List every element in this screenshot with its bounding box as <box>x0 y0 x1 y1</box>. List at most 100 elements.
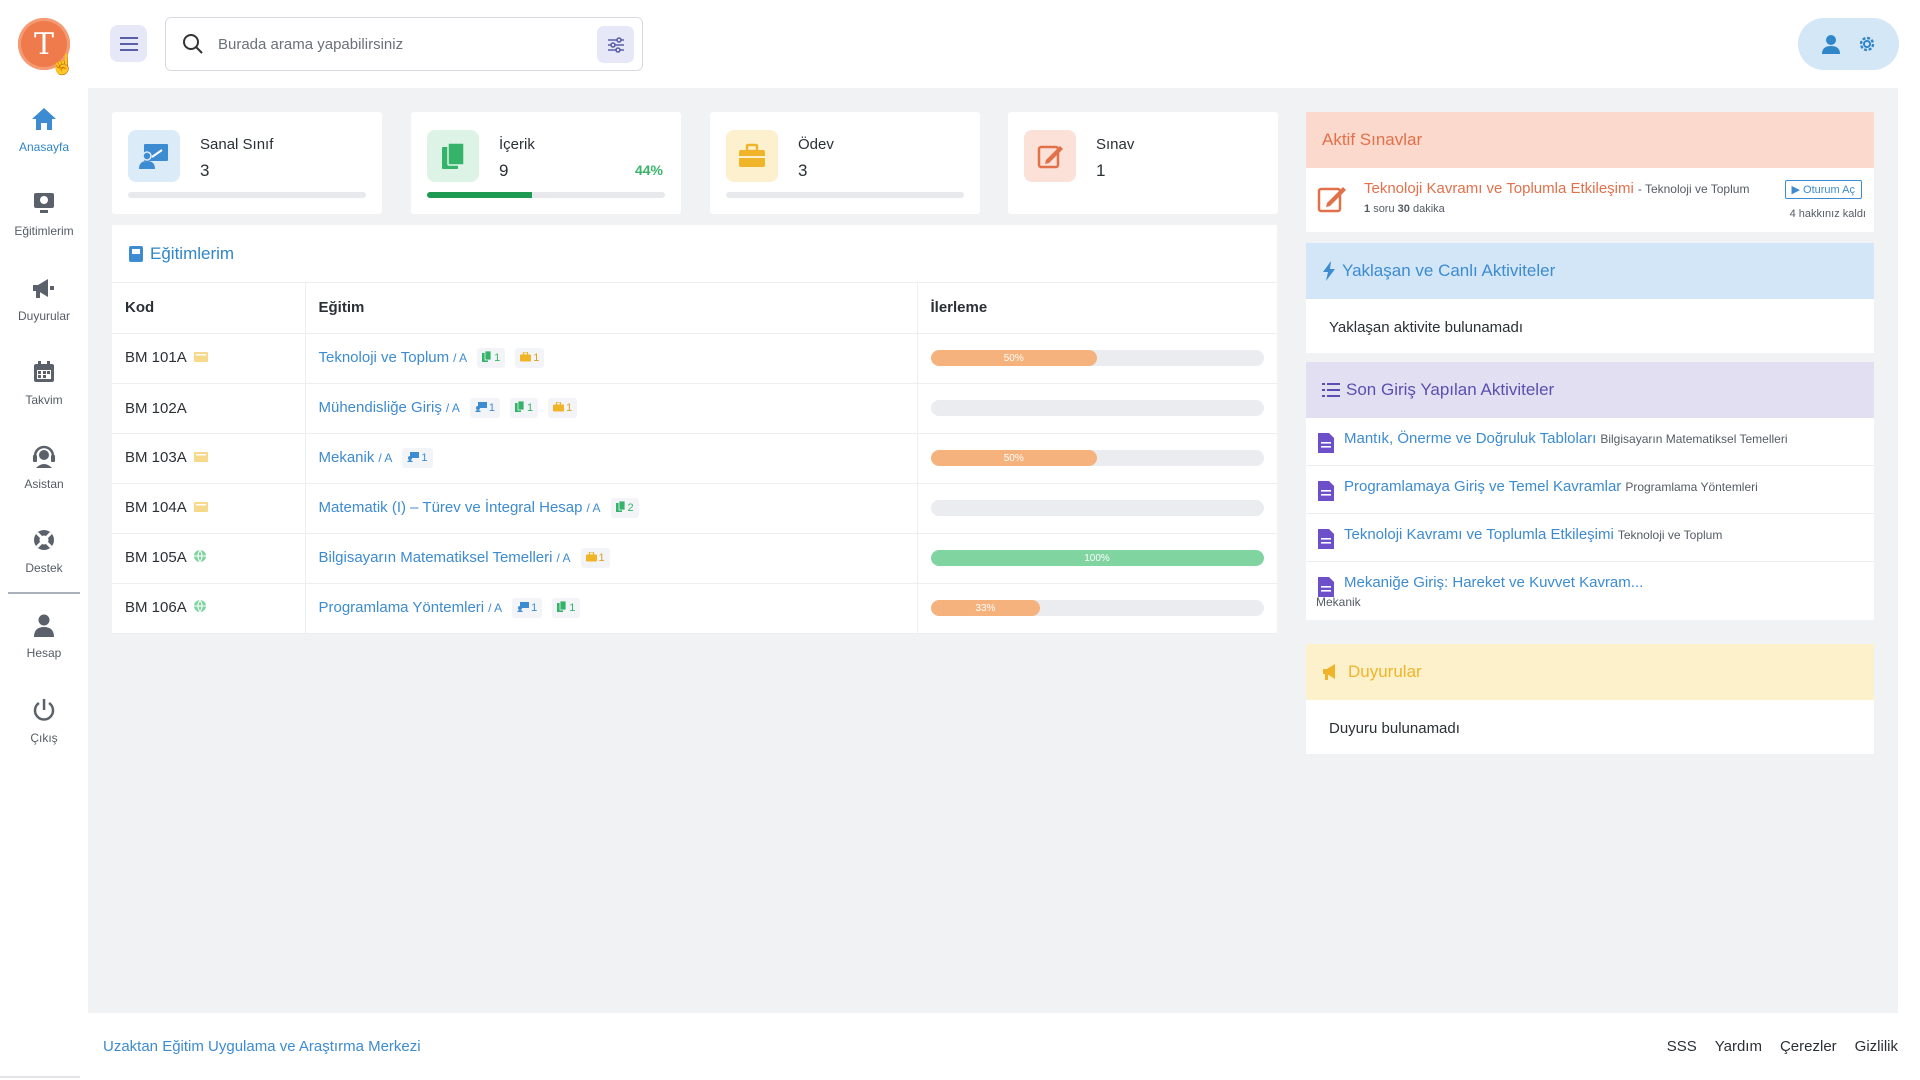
course-progress-cell: 33% <box>917 583 1277 634</box>
course-section: / A <box>378 450 393 465</box>
search-input[interactable] <box>218 35 578 53</box>
table-row[interactable]: BM 104A Matematik (I) – Türev ve İntegral… <box>112 483 1277 534</box>
stat-card-odev[interactable]: Ödev 3 <box>710 112 980 214</box>
sidebar-item-cikis[interactable]: Çıkış <box>0 695 88 745</box>
table-row[interactable]: BM 101A Teknoloji ve Toplum / A 1 1 50% <box>112 333 1277 384</box>
recent-header: Son Giriş Yapılan Aktiviteler <box>1306 362 1874 418</box>
stat-label: İçerik <box>499 136 535 153</box>
stat-card-icerik[interactable]: İçerik 9 44% <box>411 112 681 214</box>
power-icon <box>29 695 59 725</box>
activity-title[interactable]: Teknoloji Kavramı ve Toplumla Etkileşimi <box>1344 526 1614 543</box>
course-content-badge[interactable]: 2 <box>610 498 639 518</box>
attempts-left: 4 hakkınız kaldı <box>1789 208 1866 220</box>
start-session-button[interactable]: ▶ Oturum Aç <box>1784 180 1862 199</box>
progress-bar <box>930 400 1264 416</box>
stat-progress-bar <box>128 192 366 198</box>
user-menu[interactable] <box>1798 18 1899 70</box>
exam-title[interactable]: Teknoloji Kavramı ve Toplumla Etkileşimi <box>1364 180 1634 197</box>
globe-icon <box>193 549 207 567</box>
sidebar-item-egitimlerim[interactable]: Eğitimlerim <box>0 188 88 238</box>
search-filter-button[interactable] <box>597 26 634 63</box>
course-assignment-badge[interactable]: 1 <box>580 548 610 568</box>
course-assignment-badge[interactable]: 1 <box>548 398 578 418</box>
stat-value: 1 <box>1096 161 1106 180</box>
exam-edit-icon <box>1317 187 1346 213</box>
list-icon <box>1322 383 1340 397</box>
badge-count: 1 <box>598 552 605 564</box>
course-link[interactable]: Programlama Yöntemleri <box>319 599 485 616</box>
course-progress-cell <box>917 383 1277 434</box>
footer-link-cerezler[interactable]: Çerezler <box>1780 1038 1837 1055</box>
footer-link-sss[interactable]: SSS <box>1667 1038 1697 1055</box>
badge-count: 2 <box>627 502 634 514</box>
exam-item[interactable]: Teknoloji Kavramı ve Toplumla Etkileşimi… <box>1306 168 1874 232</box>
table-row[interactable]: BM 103A Mekanik / A 1 50% <box>112 433 1277 484</box>
recent-activity-item[interactable]: Mantık, Önerme ve Doğruluk Tabloları Bilg… <box>1306 418 1874 466</box>
course-code: BM 102A <box>125 399 187 417</box>
course-assignment-badge[interactable]: 1 <box>515 348 545 368</box>
column-header-progress: İlerleme <box>917 283 1277 334</box>
course-code-cell: BM 104A <box>112 483 306 534</box>
table-row[interactable]: BM 106A Programlama Yöntemleri / A 1 1 33% <box>112 583 1277 634</box>
assignment-icon <box>520 350 532 365</box>
sidebar-item-duyurular[interactable]: Duyurular <box>0 273 88 323</box>
course-virtual-badge[interactable]: 1 <box>512 598 543 618</box>
course-link[interactable]: Matematik (I) – Türev ve İntegral Hesap <box>319 499 583 516</box>
footer-link-yardim[interactable]: Yardım <box>1715 1038 1762 1055</box>
course-link[interactable]: Teknoloji ve Toplum <box>319 349 450 366</box>
exam-icon <box>1024 130 1076 182</box>
course-name-cell: Matematik (I) – Türev ve İntegral Hesap /… <box>305 483 918 534</box>
course-content-badge[interactable]: 1 <box>510 398 539 418</box>
exam-question-count: 1 <box>1364 203 1371 215</box>
course-section: / A <box>556 550 571 565</box>
activity-title[interactable]: Mekaniğe Giriş: Hareket ve Kuvvet Kavram… <box>1344 574 1643 591</box>
recent-activity-item[interactable]: Teknoloji Kavramı ve Toplumla Etkileşimi… <box>1306 514 1874 562</box>
assignment-icon <box>553 400 565 415</box>
badge-count: 1 <box>531 602 538 614</box>
course-link[interactable]: Mekanik <box>319 449 375 466</box>
recent-activity-item[interactable]: Programlamaya Giriş ve Temel Kavramlar Pr… <box>1306 466 1874 514</box>
document-icon <box>1318 529 1334 549</box>
activity-course: Programlama Yöntemleri <box>1625 480 1758 494</box>
sidebar-item-destek[interactable]: Destek <box>0 525 88 575</box>
sidebar-item-label: Asistan <box>24 477 64 491</box>
course-progress-cell: 50% <box>917 333 1277 384</box>
course-progress-cell <box>917 483 1277 534</box>
stat-value: 3 <box>798 161 808 180</box>
footer-link-gizlilik[interactable]: Gizlilik <box>1855 1038 1898 1055</box>
sidebar-item-anasayfa[interactable]: Anasayfa <box>0 104 88 154</box>
column-header-code: Kod <box>112 283 306 334</box>
recent-title: Son Giriş Yapılan Aktiviteler <box>1346 380 1555 399</box>
hamburger-icon <box>119 36 138 51</box>
stat-card-sinav[interactable]: Sınav 1 <box>1008 112 1278 214</box>
activity-course: Teknoloji ve Toplum <box>1617 528 1723 542</box>
activity-title[interactable]: Programlamaya Giriş ve Temel Kavramlar <box>1344 478 1621 495</box>
sidebar-item-hesap[interactable]: Hesap <box>0 610 88 660</box>
activity-course: Bilgisayarın Matematiksel Temelleri <box>1600 432 1788 446</box>
footer-links: SSS Yardım Çerezler Gizlilik <box>1667 1038 1898 1055</box>
courses-header: Eğitimlerim <box>112 225 1277 283</box>
course-link[interactable]: Mühendisliğe Giriş <box>319 399 442 416</box>
course-content-badge[interactable]: 1 <box>477 348 506 368</box>
user-icon[interactable] <box>1820 33 1842 55</box>
stat-card-sanal-sinif[interactable]: Sanal Sınıf 3 <box>112 112 382 214</box>
badge-count: 1 <box>488 402 496 414</box>
progress-fill: 50% <box>930 450 1097 466</box>
virtual-icon <box>517 601 530 615</box>
gear-icon[interactable] <box>1856 33 1878 55</box>
table-row[interactable]: BM 102A Mühendisliğe Giriş / A 1 1 1 <box>112 383 1277 434</box>
course-link[interactable]: Bilgisayarın Matematiksel Temelleri <box>319 549 553 566</box>
table-row[interactable]: BM 105A Bilgisayarın Matematiksel Temelle… <box>112 533 1277 584</box>
course-virtual-badge[interactable]: 1 <box>402 448 433 468</box>
course-code-cell: BM 106A <box>112 583 306 634</box>
recent-activity-item[interactable]: Mekaniğe Giriş: Hareket ve Kuvvet Kavram… <box>1306 562 1874 620</box>
content-icon <box>427 130 479 182</box>
course-virtual-badge[interactable]: 1 <box>469 398 501 418</box>
course-content-badge[interactable]: 1 <box>552 598 581 618</box>
footer-org-link[interactable]: Uzaktan Eğitim Uygulama ve Araştırma Mer… <box>103 1038 421 1055</box>
sidebar-item-asistan[interactable]: Asistan <box>0 441 88 491</box>
activity-title[interactable]: Mantık, Önerme ve Doğruluk Tabloları <box>1344 430 1596 447</box>
menu-toggle-button[interactable] <box>110 25 147 62</box>
sidebar-item-takvim[interactable]: Takvim <box>0 357 88 407</box>
stat-progress-bar <box>726 192 964 198</box>
